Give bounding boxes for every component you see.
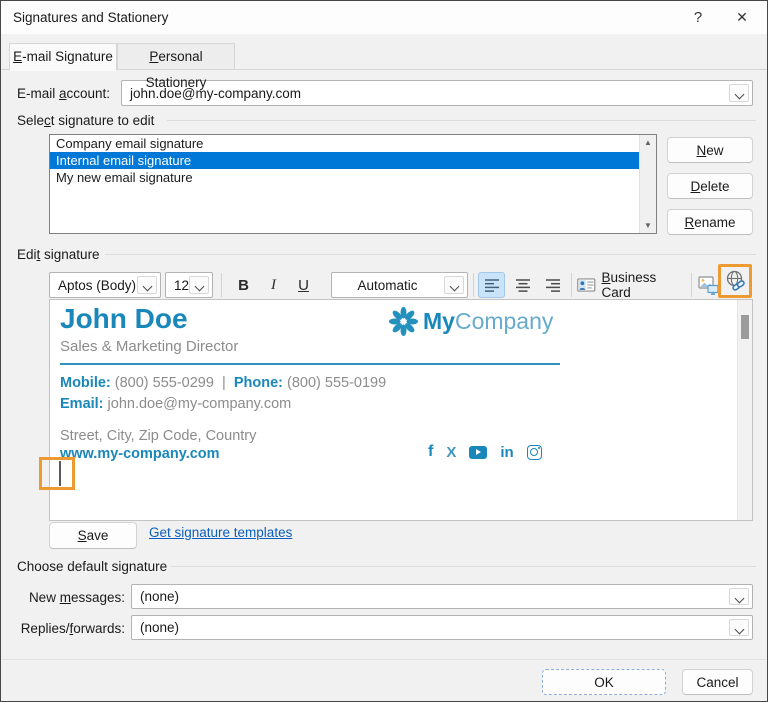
x-twitter-icon: X [446,443,457,461]
text-cursor-highlight [39,457,75,490]
dialog-title: Signatures and Stationery [13,10,169,25]
business-card-button[interactable]: Business Card [577,270,687,300]
company-logo: MyCompany [388,306,553,337]
chevron-down-icon [194,281,205,292]
font-color-value: Automatic [357,277,418,293]
choose-default-group-rule [171,566,756,567]
chevron-down-icon [734,593,745,604]
list-item-my-new-signature[interactable]: My new email signature [50,169,639,186]
editor-scrollbar-thumb[interactable] [741,315,749,339]
font-name-dropdown-button[interactable] [137,276,157,294]
new-button[interactable]: New [667,137,753,163]
select-signature-group-label: Select signature to edit [17,113,155,128]
signature-address: Street, City, Zip Code, Country [60,428,257,444]
font-size-value: 12 [174,277,190,293]
align-right-icon [545,278,560,292]
edit-signature-group-label: Edit signature [17,247,100,262]
chevron-down-icon [449,281,460,292]
new-messages-value: (none) [140,589,180,604]
signature-editor[interactable]: John Doe MyCompany Sales & Marketing Dir… [49,299,753,521]
list-item-internal-signature[interactable]: Internal email signature [50,152,639,169]
select-signature-group-rule [167,120,756,121]
choose-default-group-label: Choose default signature [17,559,168,574]
social-icons-row: f X in [428,443,542,461]
font-name-value: Aptos (Body) [58,277,137,293]
replies-forwards-value: (none) [140,620,180,635]
ok-button[interactable]: OK [542,669,666,695]
signature-job-title: Sales & Marketing Director [60,338,239,355]
title-bar: Signatures and Stationery ? ✕ [1,1,767,34]
font-color-dropdown-button[interactable] [444,276,464,294]
hyperlink-button-highlight [718,264,752,298]
font-color-combobox[interactable]: Automatic [331,272,468,298]
italic-button[interactable]: I [261,272,286,298]
youtube-icon [469,445,488,459]
email-account-dropdown-button[interactable] [729,84,749,102]
font-name-combobox[interactable]: Aptos (Body) [49,272,161,298]
close-button[interactable]: ✕ [725,1,759,34]
replies-forwards-combobox[interactable]: (none) [131,615,753,640]
text-cursor [59,461,61,486]
signatures-and-stationery-dialog: Signatures and Stationery ? ✕ E-mail Sig… [0,0,768,702]
business-card-label: Business Card [601,270,657,300]
toolbar-divider [221,273,222,297]
email-account-combobox[interactable]: john.doe@my-company.com [121,80,753,106]
linkedin-icon: in [500,443,514,461]
scroll-up-icon[interactable]: ▲ [640,138,656,147]
signature-listbox[interactable]: Company email signature Internal email s… [49,134,657,234]
new-messages-label: New messages: [28,590,125,605]
signature-phone-line: Mobile: (800) 555-0299 | Phone: (800) 55… [60,375,387,391]
chevron-down-icon [734,89,745,100]
align-center-icon [515,278,530,292]
font-size-combobox[interactable]: 12 [165,272,213,298]
get-signature-templates-link[interactable]: Get signature templates [149,525,292,540]
business-card-icon [577,278,596,292]
replies-forwards-label: Replies/forwards: [20,621,125,636]
edit-signature-group-rule [105,254,756,255]
rename-button[interactable]: Rename [667,209,753,235]
chevron-down-icon [142,281,153,292]
new-messages-dropdown-button[interactable] [729,588,749,605]
align-left-icon [484,278,499,292]
underline-button[interactable]: U [291,272,316,298]
email-account-label: E-mail account: [17,86,111,101]
replies-forwards-dropdown-button[interactable] [729,619,749,636]
tab-personal-stationery[interactable]: Personal Stationery [117,43,235,90]
signature-name: John Doe [60,303,188,334]
insert-hyperlink-icon [726,270,745,291]
save-button[interactable]: Save [49,522,137,549]
new-messages-combobox[interactable]: (none) [131,584,753,609]
toolbar-divider [571,273,572,297]
list-item-company-signature[interactable]: Company email signature [50,135,639,152]
scroll-down-icon[interactable]: ▼ [640,221,656,230]
align-right-button[interactable] [539,272,566,298]
align-left-button[interactable] [478,272,505,298]
toolbar-divider [473,273,474,297]
help-button[interactable]: ? [681,1,715,34]
logo-text-light: Company [454,308,554,334]
listbox-scrollbar[interactable]: ▲ ▼ [639,135,656,233]
chevron-down-icon [734,624,745,635]
insert-picture-icon [698,275,719,295]
delete-button[interactable]: Delete [667,173,753,199]
align-center-button[interactable] [509,272,536,298]
footer-divider [2,659,766,660]
company-logo-flower-icon [388,306,419,337]
signature-website: www.my-company.com [60,446,220,462]
facebook-icon: f [428,443,434,460]
signature-email-line: Email: john.doe@my-company.com [60,396,292,412]
font-size-dropdown-button[interactable] [189,276,209,294]
toolbar-divider [691,273,692,297]
editor-scrollbar[interactable] [737,300,752,520]
tab-email-signature[interactable]: E-mail Signature [9,43,117,71]
instagram-icon [526,444,542,460]
cancel-button[interactable]: Cancel [682,669,753,695]
insert-hyperlink-button[interactable] [722,268,749,294]
logo-text-bold: My [423,308,455,334]
signature-divider-line [60,363,560,365]
bold-button[interactable]: B [231,272,256,298]
